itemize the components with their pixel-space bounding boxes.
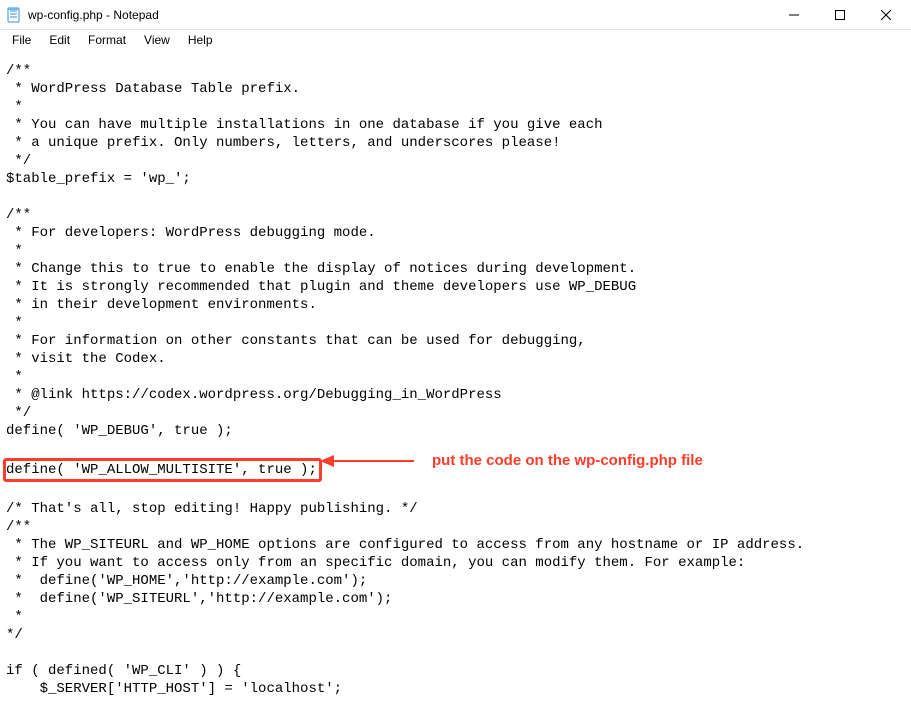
code-line: * — [6, 243, 23, 259]
code-line: define( 'WP_DEBUG', true ); — [6, 423, 233, 439]
code-line: $table_prefix = 'wp_'; — [6, 171, 191, 187]
titlebar-left: wp-config.php - Notepad — [6, 7, 159, 23]
menu-view[interactable]: View — [136, 31, 178, 49]
arrow-icon — [320, 455, 414, 467]
code-line: * For information on other constants tha… — [6, 333, 586, 349]
notepad-icon — [6, 7, 22, 23]
menu-help[interactable]: Help — [180, 31, 221, 49]
code-line: * @link https://codex.wordpress.org/Debu… — [6, 387, 502, 403]
menu-file[interactable]: File — [4, 31, 39, 49]
annotation-text: put the code on the wp-config.php file — [432, 452, 703, 469]
code-line: * — [6, 369, 23, 385]
window-controls — [771, 0, 909, 30]
code-line: * — [6, 609, 23, 625]
code-line: * For developers: WordPress debugging mo… — [6, 225, 376, 241]
code-line: * It is strongly recommended that plugin… — [6, 279, 636, 295]
code-line: * a unique prefix. Only numbers, letters… — [6, 135, 561, 151]
minimize-button[interactable] — [771, 0, 817, 30]
titlebar: wp-config.php - Notepad — [0, 0, 911, 30]
code-line: */ — [6, 627, 23, 643]
code-line: * Change this to true to enable the disp… — [6, 261, 636, 277]
close-button[interactable] — [863, 0, 909, 30]
code-line: * visit the Codex. — [6, 351, 166, 367]
menu-format[interactable]: Format — [80, 31, 134, 49]
code-line: * WordPress Database Table prefix. — [6, 81, 300, 97]
menubar: File Edit Format View Help — [0, 30, 911, 50]
window-title: wp-config.php - Notepad — [28, 8, 159, 22]
maximize-button[interactable] — [817, 0, 863, 30]
menu-edit[interactable]: Edit — [41, 31, 78, 49]
code-line: * define('WP_HOME','http://example.com')… — [6, 573, 367, 589]
code-line: /* That's all, stop editing! Happy publi… — [6, 501, 418, 517]
code-line: * The WP_SITEURL and WP_HOME options are… — [6, 537, 804, 553]
code-line: */ — [6, 153, 31, 169]
annotation-callout: put the code on the wp-config.php file — [320, 452, 703, 469]
code-line: * You can have multiple installations in… — [6, 117, 603, 133]
code-line: /** — [6, 63, 31, 79]
code-line: * — [6, 315, 23, 331]
code-line: */ — [6, 405, 31, 421]
code-line: * define('WP_SITEURL','http://example.co… — [6, 591, 392, 607]
code-line: if ( defined( 'WP_CLI' ) ) { — [6, 663, 241, 679]
code-line: /** — [6, 207, 31, 223]
code-line: * — [6, 99, 23, 115]
code-line: /** — [6, 519, 31, 535]
code-line: * If you want to access only from an spe… — [6, 555, 745, 571]
text-editor[interactable]: /** * WordPress Database Table prefix. *… — [0, 50, 911, 704]
highlighted-code: define( 'WP_ALLOW_MULTISITE', true ); — [3, 458, 322, 482]
code-line: * in their development environments. — [6, 297, 317, 313]
